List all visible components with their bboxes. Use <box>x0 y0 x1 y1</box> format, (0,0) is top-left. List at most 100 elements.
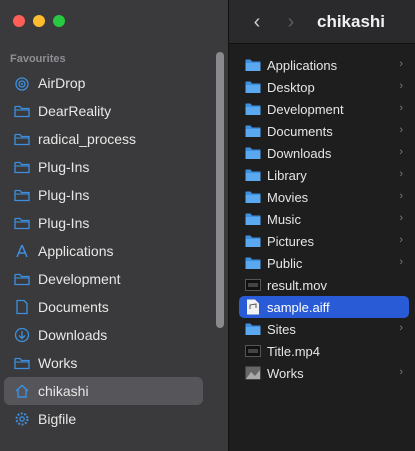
file-row-pictures[interactable]: Pictures › <box>229 230 415 252</box>
file-row-result-mov[interactable]: result.mov <box>229 274 415 296</box>
sidebar-item-development[interactable]: Development <box>4 265 203 293</box>
sidebar-item-label: AirDrop <box>38 75 86 91</box>
folder-icon <box>245 256 261 270</box>
home-icon <box>14 383 30 399</box>
chevron-right-icon: › <box>287 10 295 33</box>
sidebar-item-dearreality[interactable]: DearReality <box>4 97 203 125</box>
sidebar-item-label: Bigfile <box>38 411 77 427</box>
folder-icon <box>14 103 30 119</box>
sidebar-item-airdrop[interactable]: AirDrop <box>4 69 203 97</box>
folder-icon <box>245 234 261 248</box>
video-icon <box>245 344 261 358</box>
file-row-public[interactable]: Public › <box>229 252 415 274</box>
sidebar-item-label: Plug-Ins <box>38 187 90 203</box>
folder-icon <box>245 102 261 116</box>
chevron-right-icon[interactable]: › <box>399 146 403 158</box>
chevron-left-icon: ‹ <box>253 10 261 33</box>
file-name: Applications <box>267 57 338 73</box>
sidebar-item-label: Downloads <box>38 327 108 343</box>
chevron-right-icon[interactable]: › <box>399 366 403 378</box>
file-name: Development <box>267 101 344 117</box>
sidebar-item-applications[interactable]: Applications <box>4 237 203 265</box>
folder-icon <box>14 187 30 203</box>
download-icon <box>14 327 30 343</box>
file-row-library[interactable]: Library › <box>229 164 415 186</box>
chevron-right-icon[interactable]: › <box>399 212 403 224</box>
video-icon <box>245 278 261 292</box>
audio-icon <box>245 299 261 315</box>
folder-icon <box>245 80 261 94</box>
sidebar-item-plug-ins[interactable]: Plug-Ins <box>4 181 203 209</box>
toolbar: ‹ › chikashi <box>229 0 415 44</box>
minimize-window-button[interactable] <box>33 15 45 27</box>
image-icon <box>245 366 261 380</box>
folder-icon <box>14 355 30 371</box>
file-row-title-mp4[interactable]: Title.mp4 <box>229 340 415 362</box>
sidebar-item-label: chikashi <box>38 383 89 399</box>
file-name: Sites <box>267 321 296 337</box>
file-name: Pictures <box>267 233 314 249</box>
folder-icon <box>245 212 261 226</box>
file-name: Music <box>267 211 301 227</box>
file-row-applications[interactable]: Applications › <box>229 54 415 76</box>
file-name: result.mov <box>267 277 327 293</box>
file-name: Movies <box>267 189 309 205</box>
window-title: chikashi <box>317 12 386 31</box>
folder-icon <box>14 131 30 147</box>
chevron-right-icon[interactable]: › <box>399 58 403 70</box>
folder-icon <box>245 190 261 204</box>
forward-button[interactable]: › <box>281 11 301 33</box>
zoom-window-button[interactable] <box>53 15 65 27</box>
sidebar-item-label: Documents <box>38 299 109 315</box>
sidebar-item-radical-process[interactable]: radical_process <box>4 125 203 153</box>
folder-icon <box>245 58 261 72</box>
sidebar-item-downloads[interactable]: Downloads <box>4 321 203 349</box>
sidebar-item-plug-ins[interactable]: Plug-Ins <box>4 153 203 181</box>
sidebar-item-plug-ins[interactable]: Plug-Ins <box>4 209 203 237</box>
chevron-right-icon[interactable]: › <box>399 124 403 136</box>
sidebar-item-label: Development <box>38 271 121 287</box>
file-row-music[interactable]: Music › <box>229 208 415 230</box>
file-row-sites[interactable]: Sites › <box>229 318 415 340</box>
sidebar-list: AirDrop DearReality radical_process Plug-In… <box>0 69 210 433</box>
sidebar-section-title: Favourites <box>10 53 66 65</box>
sidebar-item-chikashi[interactable]: chikashi <box>4 377 203 405</box>
sidebar-item-label: Plug-Ins <box>38 215 90 231</box>
chevron-right-icon[interactable]: › <box>399 322 403 334</box>
window-controls <box>13 15 65 27</box>
sidebar-item-label: Works <box>38 355 78 371</box>
chevron-right-icon[interactable]: › <box>399 80 403 92</box>
sidebar-item-works[interactable]: Works <box>4 349 203 377</box>
file-row-works[interactable]: Works › <box>229 362 415 384</box>
sidebar-scrollbar[interactable] <box>216 52 224 328</box>
chevron-right-icon[interactable]: › <box>399 168 403 180</box>
chevron-right-icon[interactable]: › <box>399 102 403 114</box>
file-row-documents[interactable]: Documents › <box>229 120 415 142</box>
file-row-desktop[interactable]: Desktop › <box>229 76 415 98</box>
gear-icon <box>14 411 30 427</box>
folder-icon <box>14 215 30 231</box>
folder-icon <box>245 146 261 160</box>
folder-icon <box>245 322 261 336</box>
applications-icon <box>14 243 30 259</box>
folder-icon <box>14 271 30 287</box>
file-list: Applications › Desktop › Development › Documen… <box>229 54 415 384</box>
file-name: Library <box>267 167 307 183</box>
file-row-sample-aiff[interactable]: sample.aiff <box>239 296 409 318</box>
file-name: Works <box>267 365 304 381</box>
chevron-right-icon[interactable]: › <box>399 190 403 202</box>
chevron-right-icon[interactable]: › <box>399 256 403 268</box>
file-name: Public <box>267 255 303 271</box>
file-row-development[interactable]: Development › <box>229 98 415 120</box>
file-row-downloads[interactable]: Downloads › <box>229 142 415 164</box>
sidebar-item-bigfile[interactable]: Bigfile <box>4 405 203 433</box>
sidebar-item-documents[interactable]: Documents <box>4 293 203 321</box>
close-window-button[interactable] <box>13 15 25 27</box>
chevron-right-icon[interactable]: › <box>399 234 403 246</box>
back-button[interactable]: ‹ <box>247 11 267 33</box>
document-icon <box>14 299 30 315</box>
file-name: Downloads <box>267 145 332 161</box>
airdrop-icon <box>14 75 30 91</box>
file-row-movies[interactable]: Movies › <box>229 186 415 208</box>
file-name: Documents <box>267 123 333 139</box>
